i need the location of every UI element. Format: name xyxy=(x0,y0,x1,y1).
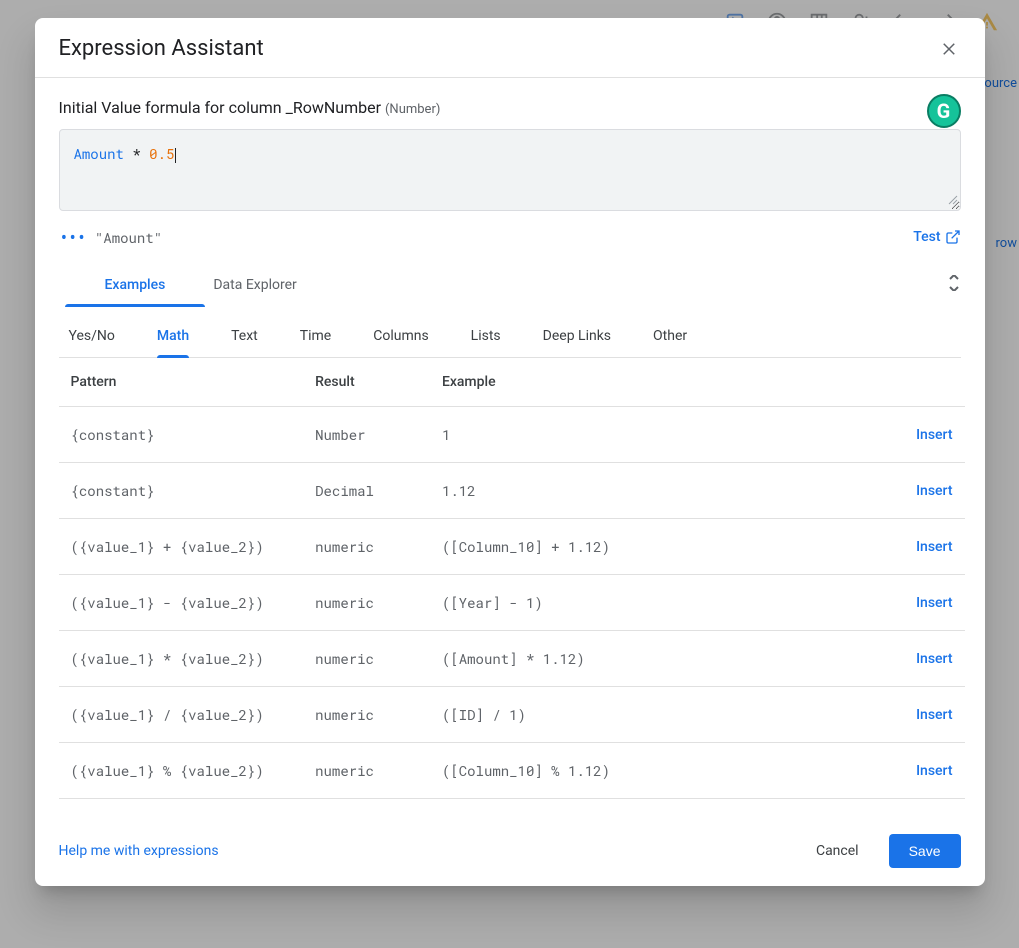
cell-example: ([Column_10] % 1.12) xyxy=(430,743,895,799)
test-button[interactable]: Test xyxy=(913,229,960,245)
cell-result: numeric xyxy=(303,687,430,743)
cell-example: 1.12 xyxy=(430,463,895,519)
insert-button[interactable]: Insert xyxy=(895,631,965,687)
help-link[interactable]: Help me with expressions xyxy=(59,843,219,859)
cell-pattern: {constant} xyxy=(59,407,304,463)
insert-button[interactable]: Insert xyxy=(895,463,965,519)
cat-tab-math[interactable]: Math xyxy=(157,328,189,357)
table-row: {constant}Number1Insert xyxy=(59,407,965,463)
insert-button[interactable]: Insert xyxy=(895,687,965,743)
cell-example: ([Year] - 1) xyxy=(430,575,895,631)
cell-result: numeric xyxy=(303,575,430,631)
loading-dots-icon: ••• xyxy=(59,225,85,249)
table-row: ({value_1} / {value_2})numeric([ID] / 1)… xyxy=(59,687,965,743)
tab-data-explorer[interactable]: Data Explorer xyxy=(213,267,296,307)
cell-result: Decimal xyxy=(303,463,430,519)
footer-actions: Cancel Save xyxy=(804,834,961,868)
th-result: Result xyxy=(303,358,430,407)
cancel-button[interactable]: Cancel xyxy=(804,835,871,867)
examples-table: Pattern Result Example {constant}Number1… xyxy=(59,358,965,818)
cell-example: (- [ID]) xyxy=(430,799,895,819)
cell-result: numeric xyxy=(303,519,430,575)
cat-tab-text[interactable]: Text xyxy=(231,328,258,357)
insert-button[interactable]: Insert xyxy=(895,743,965,799)
close-button[interactable] xyxy=(937,37,961,61)
cat-tab-yesno[interactable]: Yes/No xyxy=(69,328,115,357)
cat-tab-time[interactable]: Time xyxy=(300,328,331,357)
collapse-icon[interactable] xyxy=(947,275,961,291)
table-row: ({value_1} % {value_2})numeric([Column_1… xyxy=(59,743,965,799)
status-row: ••• "Amount" Test xyxy=(59,211,961,267)
cell-pattern: ({value_1} / {value_2}) xyxy=(59,687,304,743)
cell-pattern: ({value_1} - {value_2}) xyxy=(59,575,304,631)
status-text: "Amount" xyxy=(95,228,162,247)
modal-header: Expression Assistant xyxy=(35,18,985,78)
modal-overlay: Expression Assistant G Initial Value for… xyxy=(0,0,1019,948)
table-row: {constant}Decimal1.12Insert xyxy=(59,463,965,519)
cell-result: numeric xyxy=(303,631,430,687)
insert-button[interactable]: Insert xyxy=(895,519,965,575)
top-tabs: Examples Data Explorer xyxy=(59,267,961,308)
expr-token-number: 0.5 xyxy=(149,144,174,163)
table-row: ({value_1} * {value_2})numeric([Amount] … xyxy=(59,631,965,687)
test-label: Test xyxy=(913,229,940,245)
th-example: Example xyxy=(430,358,895,407)
cell-result: numeric xyxy=(303,799,430,819)
cat-tab-columns[interactable]: Columns xyxy=(373,328,428,357)
table-row: ({value_1} + {value_2})numeric([Column_1… xyxy=(59,519,965,575)
cell-pattern: ({value_1} % {value_2}) xyxy=(59,743,304,799)
insert-button[interactable]: Insert xyxy=(895,799,965,819)
expression-input[interactable]: Amount * 0.5 xyxy=(59,129,961,211)
cell-pattern: {constant} xyxy=(59,463,304,519)
cell-pattern: ({value_1} + {value_2}) xyxy=(59,519,304,575)
modal-title: Expression Assistant xyxy=(59,36,264,61)
cat-tab-lists[interactable]: Lists xyxy=(471,328,501,357)
modal-footer: Help me with expressions Cancel Save xyxy=(35,818,985,886)
table-row: ({value_1} - {value_2})numeric([Year] - … xyxy=(59,575,965,631)
cell-pattern: (- {value_1}) xyxy=(59,799,304,819)
cell-result: numeric xyxy=(303,743,430,799)
cell-example: ([Column_10] + 1.12) xyxy=(430,519,895,575)
cell-example: ([Amount] * 1.12) xyxy=(430,631,895,687)
tab-examples[interactable]: Examples xyxy=(105,267,166,307)
cell-example: 1 xyxy=(430,407,895,463)
status-left: ••• "Amount" xyxy=(59,225,163,249)
insert-button[interactable]: Insert xyxy=(895,407,965,463)
formula-label: Initial Value formula for column _RowNum… xyxy=(59,98,961,117)
table-row: (- {value_1})numeric(- [ID])Insert xyxy=(59,799,965,819)
modal-body: G Initial Value formula for column _RowN… xyxy=(35,78,985,818)
save-button[interactable]: Save xyxy=(889,834,961,868)
text-cursor xyxy=(175,148,176,163)
cell-pattern: ({value_1} * {value_2}) xyxy=(59,631,304,687)
expression-assistant-modal: Expression Assistant G Initial Value for… xyxy=(35,18,985,886)
examples-table-wrap[interactable]: Pattern Result Example {constant}Number1… xyxy=(59,358,977,818)
cat-tab-deeplinks[interactable]: Deep Links xyxy=(543,328,611,357)
expr-token-field: Amount xyxy=(74,144,124,163)
category-tabs: Yes/No Math Text Time Columns Lists Deep… xyxy=(59,308,961,358)
grammarly-icon[interactable]: G xyxy=(927,94,961,128)
th-pattern: Pattern xyxy=(59,358,304,407)
resize-handle-icon[interactable] xyxy=(948,195,958,208)
insert-button[interactable]: Insert xyxy=(895,575,965,631)
cell-example: ([ID] / 1) xyxy=(430,687,895,743)
formula-subtype: (Number) xyxy=(385,102,440,117)
formula-label-text: Initial Value formula for column _RowNum… xyxy=(59,98,382,117)
cat-tab-other[interactable]: Other xyxy=(653,328,687,357)
expr-token-op: * xyxy=(132,144,140,163)
cell-result: Number xyxy=(303,407,430,463)
